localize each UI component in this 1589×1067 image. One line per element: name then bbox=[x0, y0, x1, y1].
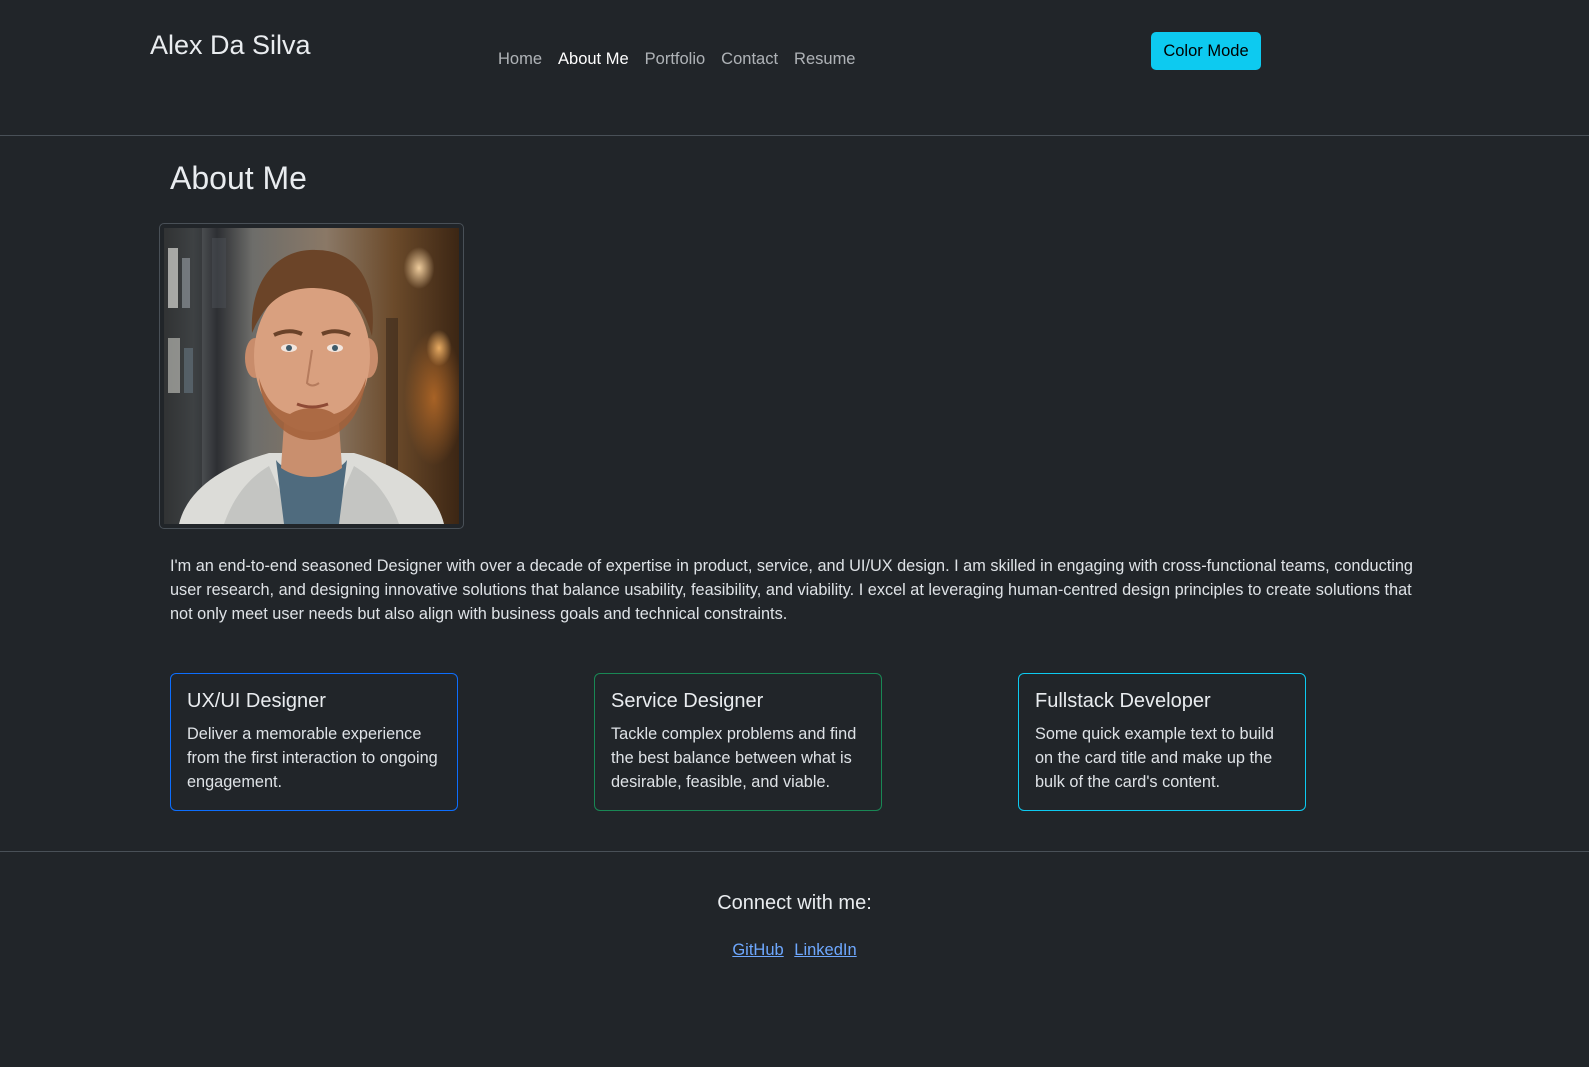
nav-link-portfolio[interactable]: Portfolio bbox=[637, 50, 714, 69]
card-text: Tackle complex problems and find the bes… bbox=[611, 725, 857, 791]
linkedin-link[interactable]: LinkedIn bbox=[794, 941, 856, 959]
card-text: Some quick example text to build on the … bbox=[1035, 725, 1274, 791]
card-ux-ui-designer: UX/UI Designer Deliver a memorable exper… bbox=[170, 673, 458, 811]
main-nav: Home About Me Portfolio Contact Resume bbox=[498, 50, 864, 69]
card-service-designer: Service Designer Tackle complex problems… bbox=[594, 673, 882, 811]
social-links: GitHub LinkedIn bbox=[0, 941, 1589, 960]
brand-name[interactable]: Alex Da Silva bbox=[150, 30, 311, 61]
nav-link-resume[interactable]: Resume bbox=[786, 50, 863, 69]
github-link[interactable]: GitHub bbox=[732, 941, 783, 959]
site-footer: Connect with me: GitHub LinkedIn bbox=[0, 851, 1589, 1067]
card-text: Deliver a memorable experience from the … bbox=[187, 725, 438, 791]
nav-link-contact[interactable]: Contact bbox=[713, 50, 786, 69]
color-mode-button[interactable]: Color Mode bbox=[1151, 32, 1261, 70]
nav-link-home[interactable]: Home bbox=[498, 50, 550, 69]
card-title: Fullstack Developer bbox=[1035, 690, 1211, 712]
card-title: Service Designer bbox=[611, 690, 764, 712]
footer-title: Connect with me: bbox=[717, 892, 872, 914]
card-title: UX/UI Designer bbox=[187, 690, 326, 712]
page-title: About Me bbox=[170, 160, 307, 196]
bio-text: I'm an end-to-end seasoned Designer with… bbox=[170, 557, 1413, 623]
card-fullstack-developer: Fullstack Developer Some quick example t… bbox=[1018, 673, 1306, 811]
profile-photo bbox=[164, 228, 459, 524]
profile-photo-frame bbox=[159, 223, 464, 529]
nav-link-about-me[interactable]: About Me bbox=[550, 50, 637, 69]
site-header: Alex Da Silva Home About Me Portfolio Co… bbox=[0, 0, 1589, 136]
portrait-illustration bbox=[164, 228, 444, 524]
